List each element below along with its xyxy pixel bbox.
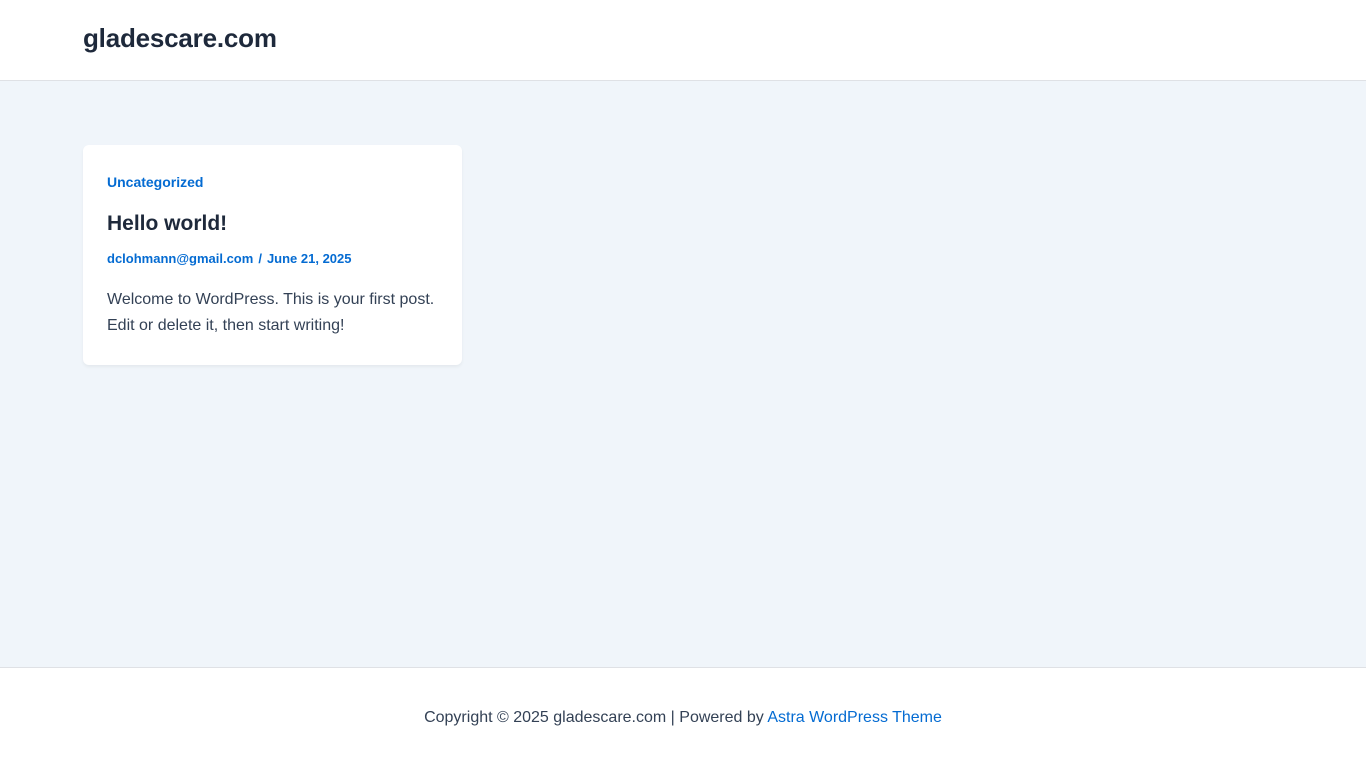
post-card: Uncategorized Hello world! dclohmann@gma… — [83, 145, 462, 365]
footer-copyright: Copyright © 2025 gladescare.com | Powere… — [424, 709, 942, 727]
post-category-link[interactable]: Uncategorized — [107, 173, 203, 191]
site-footer: Copyright © 2025 gladescare.com | Powere… — [0, 667, 1366, 768]
site-title-link[interactable]: gladescare.com — [83, 25, 277, 51]
main-content: Uncategorized Hello world! dclohmann@gma… — [0, 81, 1366, 667]
copyright-text: Copyright © 2025 gladescare.com | Powere… — [424, 709, 768, 726]
post-title-link[interactable]: Hello world! — [107, 211, 438, 237]
site-header: gladescare.com — [0, 0, 1366, 81]
post-meta: dclohmann@gmail.com / June 21, 2025 — [107, 251, 438, 267]
post-author-link[interactable]: dclohmann@gmail.com — [107, 251, 253, 267]
meta-separator: / — [258, 251, 262, 266]
theme-credit-link[interactable]: Astra WordPress Theme — [767, 709, 942, 726]
post-excerpt: Welcome to WordPress. This is your first… — [107, 291, 435, 334]
post-date-link[interactable]: June 21, 2025 — [267, 251, 352, 267]
